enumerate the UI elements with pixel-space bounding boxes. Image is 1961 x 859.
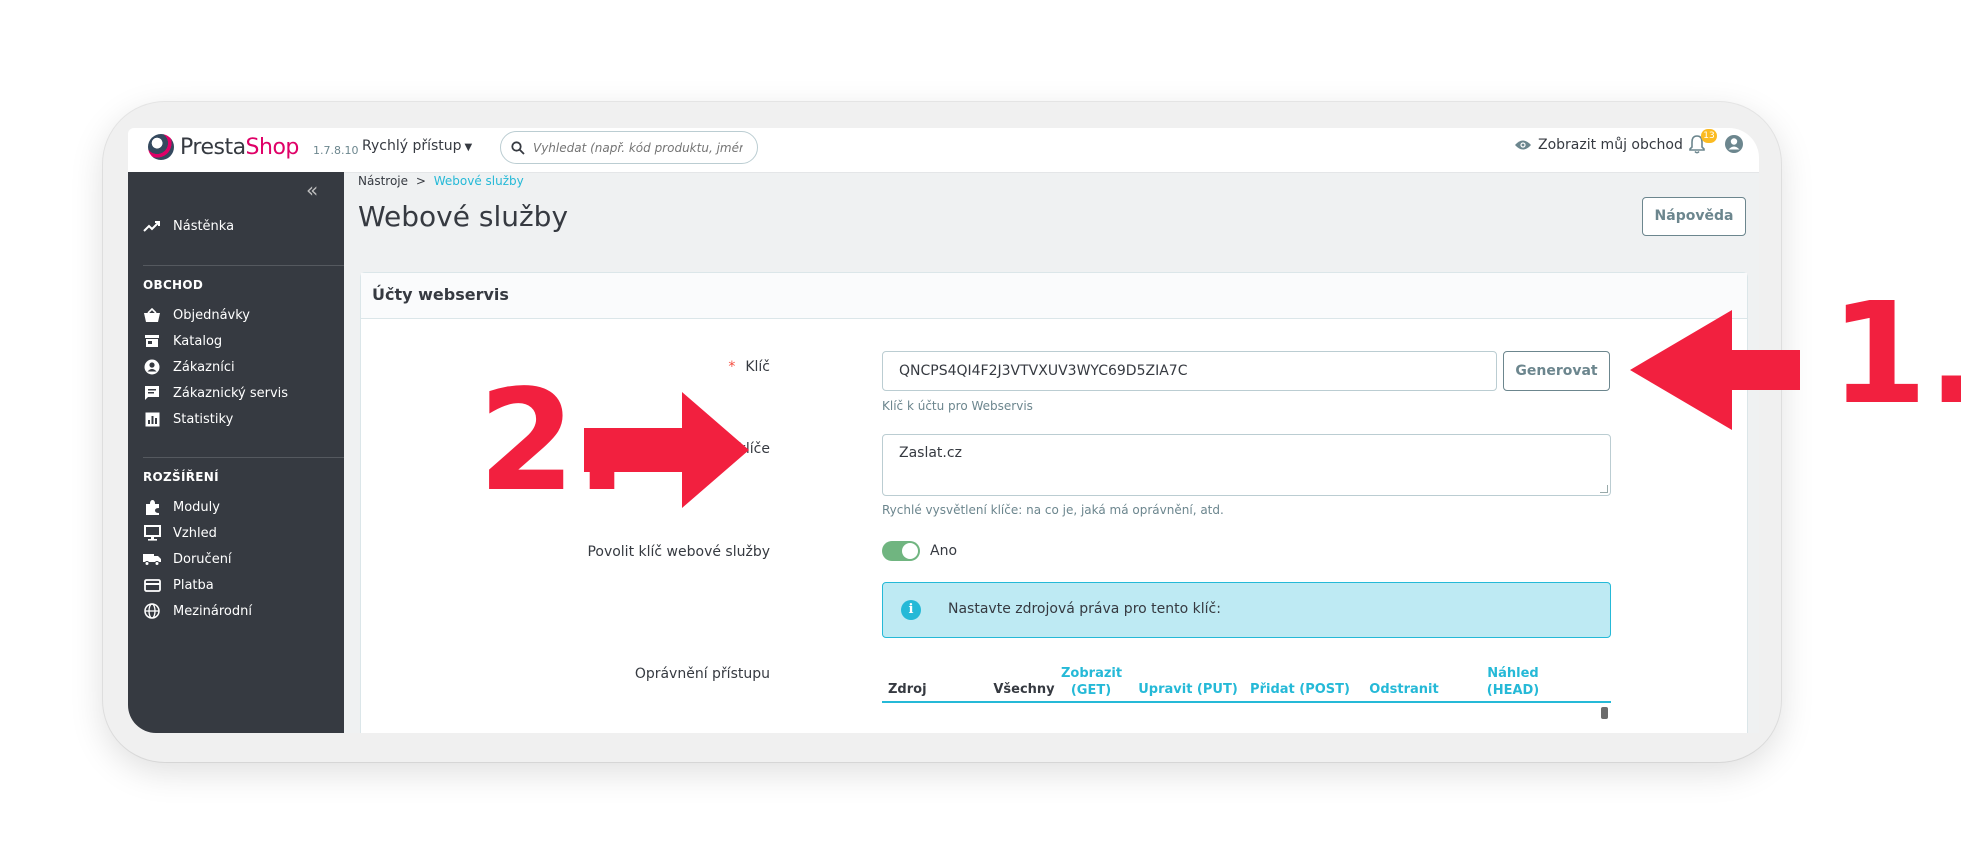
right-arrow-icon [584,392,749,508]
step-1-label: 1. [1830,273,1961,436]
left-arrow-icon [1630,310,1800,430]
